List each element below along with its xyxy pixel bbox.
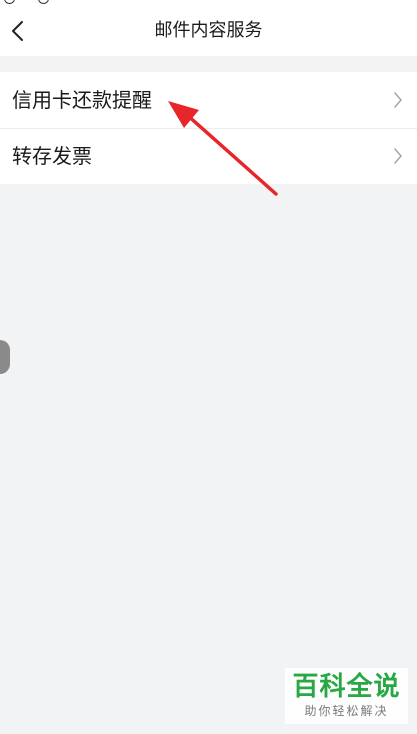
menu-item-label: 信用卡还款提醒 (12, 88, 152, 112)
menu-list: 信用卡还款提醒 转存发票 (0, 72, 417, 184)
page-title: 邮件内容服务 (154, 20, 263, 41)
menu-item-save-invoice[interactable]: 转存发票 (0, 128, 417, 184)
nav-header: 邮件内容服务 (0, 6, 417, 56)
watermark-logo: 百科全说 助你轻松解决 (285, 668, 408, 724)
chevron-left-icon (12, 21, 23, 41)
floating-side-handle[interactable] (0, 340, 10, 374)
chevron-right-icon (394, 92, 402, 108)
watermark-subtitle: 助你轻松解决 (304, 704, 389, 718)
menu-item-credit-card-reminder[interactable]: 信用卡还款提醒 (0, 72, 417, 128)
back-button[interactable] (6, 13, 36, 49)
status-icon (38, 0, 49, 4)
status-icon (4, 0, 15, 4)
chevron-right-icon (394, 148, 402, 164)
watermark-title: 百科全说 (292, 672, 401, 702)
menu-item-label: 转存发票 (12, 144, 92, 168)
